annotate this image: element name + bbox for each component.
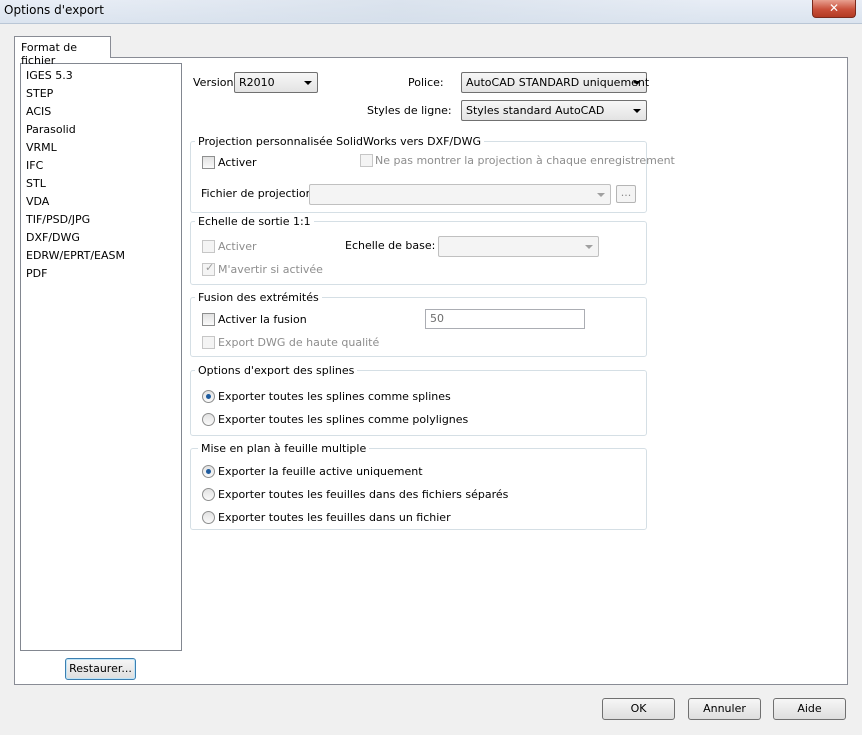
version-dropdown[interactable]: R2010 xyxy=(234,72,318,93)
title-bar: Options d'export ✕ xyxy=(0,0,862,24)
echelle-group-title: Echelle de sortie 1:1 xyxy=(195,215,314,228)
close-button[interactable]: ✕ xyxy=(812,0,856,18)
ok-button[interactable]: OK xyxy=(602,698,675,720)
cancel-button[interactable]: Annuler xyxy=(688,698,761,720)
projection-group-title: Projection personnalisée SolidWorks vers… xyxy=(195,135,485,148)
police-dropdown[interactable]: AutoCAD STANDARD uniquement xyxy=(461,72,650,93)
splines-option-1: Exporter toutes les splines comme spline… xyxy=(218,390,451,403)
splines-radio-2[interactable] xyxy=(202,413,215,426)
splines-option-2: Exporter toutes les splines comme polyli… xyxy=(218,413,469,426)
list-item[interactable]: VRML xyxy=(26,139,181,157)
avertir-label: M'avertir si activée xyxy=(218,263,323,276)
restore-button[interactable]: Restaurer... xyxy=(65,658,136,680)
echelle-base-dropdown[interactable] xyxy=(438,236,599,257)
chevron-down-icon xyxy=(633,81,641,85)
sheets-radio-2[interactable] xyxy=(202,488,215,501)
echelle-activer-label: Activer xyxy=(218,240,257,253)
fichier-projection-dropdown[interactable] xyxy=(309,184,611,205)
avertir-checkbox[interactable]: ✓ xyxy=(202,261,215,276)
sheets-option-2: Exporter toutes les feuilles dans des fi… xyxy=(218,488,509,501)
sheets-group-title: Mise en plan à feuille multiple xyxy=(198,442,370,455)
help-button[interactable]: Aide xyxy=(773,698,846,720)
browse-button[interactable]: ... xyxy=(616,185,636,203)
list-item[interactable]: IFC xyxy=(26,157,181,175)
chevron-down-icon xyxy=(633,109,641,113)
styles-dropdown[interactable]: Styles standard AutoCAD xyxy=(461,100,647,121)
list-item[interactable]: EDRW/EPRT/EASM xyxy=(26,247,181,265)
ne-pas-montrer-label: Ne pas montrer la projection à chaque en… xyxy=(375,154,675,167)
list-item[interactable]: TIF/PSD/JPG xyxy=(26,211,181,229)
styles-value: Styles standard AutoCAD xyxy=(466,104,605,117)
list-item[interactable]: PDF xyxy=(26,265,181,283)
splines-group xyxy=(190,370,647,436)
echelle-base-label: Echelle de base: xyxy=(345,239,436,252)
ne-pas-montrer-checkbox[interactable] xyxy=(360,154,373,167)
list-item[interactable]: IGES 5.3 xyxy=(26,67,181,85)
fusion-activer-checkbox[interactable] xyxy=(202,313,215,326)
sheets-radio-1[interactable] xyxy=(202,465,215,478)
sheets-radio-3[interactable] xyxy=(202,511,215,524)
police-value: AutoCAD STANDARD uniquement xyxy=(466,76,650,89)
list-item[interactable]: Parasolid xyxy=(26,121,181,139)
fusion-activer-label: Activer la fusion xyxy=(218,313,307,326)
splines-radio-1[interactable] xyxy=(202,390,215,403)
projection-activer-label: Activer xyxy=(218,156,257,169)
version-label: Version: xyxy=(193,76,238,89)
chevron-down-icon xyxy=(304,81,312,85)
hq-label: Export DWG de haute qualité xyxy=(218,336,380,349)
checkmark-icon: ✓ xyxy=(205,261,215,274)
chevron-down-icon xyxy=(585,245,593,249)
list-item-selected[interactable]: DXF/DWG xyxy=(26,229,181,247)
fichier-projection-label: Fichier de projection: xyxy=(201,187,317,200)
version-value: R2010 xyxy=(239,76,275,89)
sheets-option-3: Exporter toutes les feuilles dans un fic… xyxy=(218,511,451,524)
radio-dot xyxy=(206,394,211,399)
format-list[interactable]: IGES 5.3 STEP ACIS Parasolid VRML IFC ST… xyxy=(20,63,182,651)
sheets-option-1: Exporter la feuille active uniquement xyxy=(218,465,423,478)
chevron-down-icon xyxy=(597,193,605,197)
tab-format-de-fichier[interactable]: Format de fichier xyxy=(14,36,111,67)
fusion-value-input[interactable]: 50 xyxy=(425,309,585,329)
hq-checkbox[interactable] xyxy=(202,336,215,349)
echelle-activer-checkbox[interactable] xyxy=(202,240,215,253)
list-item[interactable]: STEP xyxy=(26,85,181,103)
projection-activer-checkbox[interactable] xyxy=(202,156,215,169)
list-item[interactable]: VDA xyxy=(26,193,181,211)
fusion-group-title: Fusion des extrémités xyxy=(195,291,322,304)
radio-dot xyxy=(206,469,211,474)
background-blur xyxy=(100,0,700,22)
splines-group-title: Options d'export des splines xyxy=(195,364,358,377)
window-title: Options d'export xyxy=(4,3,104,17)
styles-label: Styles de ligne: xyxy=(367,104,452,117)
list-item[interactable]: STL xyxy=(26,175,181,193)
close-icon: ✕ xyxy=(828,1,840,15)
list-item[interactable]: ACIS xyxy=(26,103,181,121)
police-label: Police: xyxy=(408,76,444,89)
